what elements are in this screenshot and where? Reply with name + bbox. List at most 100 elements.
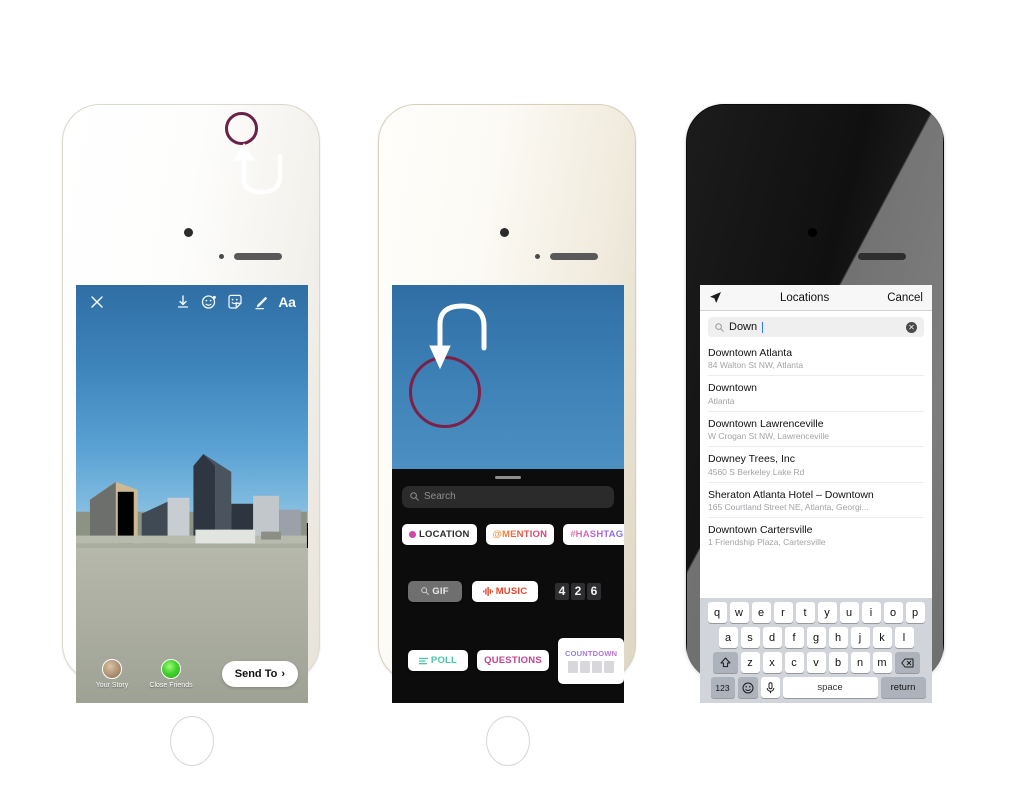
return-key[interactable]: return [880, 677, 926, 698]
key-z[interactable]: z [740, 652, 760, 673]
key-y[interactable]: y [817, 602, 837, 623]
sticker-poll[interactable]: POLL [408, 650, 468, 672]
sticker-countdown[interactable]: COUNTDOWN [558, 637, 624, 684]
story-audience-bar: Your Story Close Friends Send To › [76, 651, 308, 697]
earpiece-speaker [234, 253, 282, 260]
list-item[interactable]: Downey Trees, Inc 4560 S Berkeley Lake R… [708, 447, 924, 483]
list-item[interactable]: Downtown Atlanta 84 Walton St NW, Atlant… [708, 341, 924, 377]
list-item[interactable]: Downtown Lawrenceville W Crogan St NW, L… [708, 412, 924, 448]
key-m[interactable]: m [872, 652, 892, 673]
ios-keyboard: q w e r t y u i o p a s d f g h j k l z … [700, 598, 932, 703]
key-w[interactable]: w [729, 602, 749, 623]
key-k[interactable]: k [872, 627, 892, 648]
location-name: Downey Trees, Inc [708, 453, 795, 466]
phone-3-location-search: Locations Cancel Down ✕ Downtown Atlanta [686, 104, 944, 766]
audience-your-story[interactable]: Your Story [86, 659, 138, 689]
phone-1-story-composer: Aa Your Story Close Friends Send To › [62, 104, 320, 766]
location-address: 4560 S Berkeley Lake Rd [708, 466, 805, 477]
key-q[interactable]: q [707, 602, 727, 623]
annotation-circle-sticker-icon [225, 112, 258, 145]
key-l[interactable]: l [894, 627, 914, 648]
sticker-row-1: LOCATION @MENTION #HASHTAG [402, 523, 624, 545]
sticker-search-field[interactable]: Search [402, 485, 614, 508]
key-r[interactable]: r [773, 602, 793, 623]
phone-3-screen: Locations Cancel Down ✕ Downtown Atlanta [700, 285, 932, 703]
keyboard-row-4: 123 space return [702, 677, 930, 698]
keyboard-row-2: a s d f g h j k l [702, 627, 930, 648]
clear-circle-icon[interactable]: ✕ [906, 321, 917, 333]
key-f[interactable]: f [784, 627, 804, 648]
phone-2-screen: Search LOCATION @MENTION #HASHTAG GIF MU… [392, 285, 624, 703]
sticker-location[interactable]: LOCATION [402, 523, 477, 545]
list-item[interactable]: Downtown Cartersville 1 Friendship Plaza… [708, 518, 924, 552]
space-key[interactable]: space [782, 677, 878, 698]
drag-handle[interactable] [495, 475, 521, 479]
key-o[interactable]: o [883, 602, 903, 623]
location-pin-icon [409, 530, 416, 538]
key-u[interactable]: u [839, 602, 859, 623]
sticker-tray-panel: Search LOCATION @MENTION #HASHTAG GIF MU… [392, 468, 624, 703]
pen-draw-icon[interactable] [248, 289, 274, 315]
audience-close-friends[interactable]: Close Friends [138, 659, 204, 689]
download-icon[interactable] [170, 289, 196, 315]
sticker-row-3: POLL QUESTIONS COUNTDOWN [402, 637, 624, 684]
sticker-gif[interactable]: GIF [408, 580, 462, 602]
keyboard-row-1: q w e r t y u i o p [702, 602, 930, 623]
list-item[interactable]: Sheraton Atlanta Hotel – Downtown 165 Co… [708, 483, 924, 518]
search-icon [410, 492, 419, 502]
key-p[interactable]: p [905, 602, 925, 623]
list-item[interactable]: Downtown Atlanta [708, 376, 924, 412]
key-g[interactable]: g [806, 627, 826, 648]
send-to-button[interactable]: Send To › [221, 661, 298, 687]
key-a[interactable]: a [718, 627, 738, 648]
text-tool-label[interactable]: Aa [274, 289, 300, 315]
sticker-smiley-icon[interactable] [222, 289, 248, 315]
close-friends-label: Close Friends [149, 682, 193, 689]
key-i[interactable]: i [861, 602, 881, 623]
sticker-poll-label: POLL [430, 655, 458, 667]
key-c[interactable]: c [784, 652, 804, 673]
navigation-arrow-icon[interactable] [709, 291, 722, 304]
key-h[interactable]: h [828, 627, 848, 648]
cancel-button[interactable]: Cancel [887, 292, 923, 304]
music-wave-icon [482, 586, 493, 596]
backspace-icon[interactable] [894, 652, 920, 673]
shift-up-icon[interactable] [712, 652, 738, 673]
sticker-music[interactable]: MUSIC [472, 580, 538, 602]
search-icon [715, 322, 724, 332]
sticker-music-label: MUSIC [495, 585, 528, 597]
microphone-icon[interactable] [760, 677, 780, 698]
key-n[interactable]: n [850, 652, 870, 673]
emoji-smiley-icon[interactable] [737, 677, 758, 698]
key-j[interactable]: j [850, 627, 870, 648]
home-button[interactable] [170, 716, 214, 766]
send-to-label: Send To [234, 668, 278, 680]
location-search-value: Down [729, 321, 758, 333]
location-results-list[interactable]: Downtown Atlanta 84 Walton St NW, Atlant… [700, 341, 932, 598]
numbers-key[interactable]: 123 [710, 677, 735, 698]
key-s[interactable]: s [740, 627, 760, 648]
home-button[interactable] [486, 716, 530, 766]
sticker-questions[interactable]: QUESTIONS [477, 650, 549, 672]
key-d[interactable]: d [762, 627, 782, 648]
key-t[interactable]: t [795, 602, 815, 623]
key-e[interactable]: e [751, 602, 771, 623]
location-name: Downtown Atlanta [708, 347, 793, 359]
key-x[interactable]: x [762, 652, 782, 673]
location-search-input[interactable]: Down ✕ [708, 317, 924, 337]
sticker-hashtag[interactable]: #HASHTAG [563, 523, 624, 545]
location-name: Downtown Lawrenceville [708, 417, 824, 430]
close-icon[interactable] [84, 289, 110, 315]
sticker-clock-countdown[interactable]: 4 2 6 [548, 581, 608, 602]
key-v[interactable]: v [806, 652, 826, 673]
sticker-questions-label: QUESTIONS [484, 655, 542, 667]
sticker-location-label: LOCATION [419, 528, 470, 540]
avatar [102, 659, 122, 679]
key-b[interactable]: b [828, 652, 848, 673]
home-button[interactable] [794, 716, 838, 766]
effects-face-icon[interactable] [196, 289, 222, 315]
sticker-mention[interactable]: @MENTION [485, 523, 555, 545]
sticker-countdown-label: COUNTDOWN [565, 648, 618, 658]
countdown-cells [568, 660, 615, 673]
proximity-sensor [219, 254, 224, 259]
